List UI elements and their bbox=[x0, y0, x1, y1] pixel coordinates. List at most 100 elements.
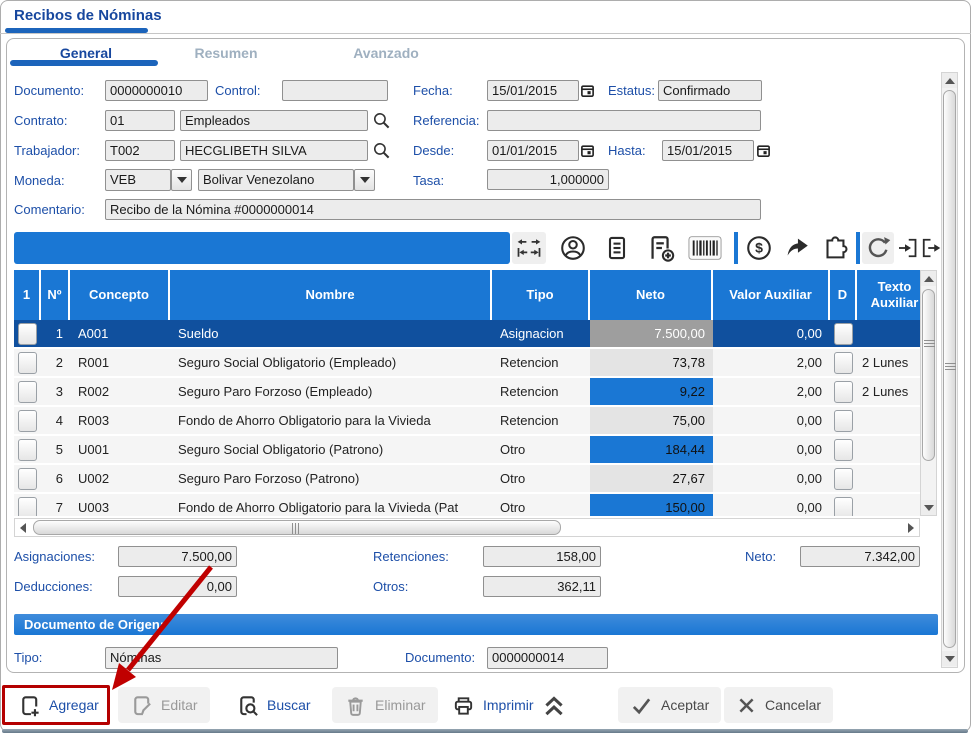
d-checkbox[interactable] bbox=[834, 410, 853, 432]
aceptar-button[interactable]: Aceptar bbox=[618, 687, 721, 723]
cell-concepto: R002 bbox=[70, 378, 170, 405]
fecha-calendar-icon[interactable] bbox=[580, 83, 595, 98]
refresh-icon[interactable] bbox=[862, 232, 894, 264]
neto-field: 7.342,00 bbox=[800, 546, 920, 567]
table-row[interactable]: 1 A001 Sueldo Asignacion 7.500,00 0,00 bbox=[14, 320, 920, 347]
contrato-label: Contrato: bbox=[14, 113, 67, 128]
d-checkbox[interactable] bbox=[834, 497, 853, 517]
scroll-left-button[interactable] bbox=[15, 519, 31, 536]
comentario-field[interactable]: Recibo de la Nómina #0000000014 bbox=[105, 199, 761, 220]
column-header-select[interactable]: 1 bbox=[14, 270, 41, 320]
tab-resumen[interactable]: Resumen bbox=[166, 45, 286, 61]
scroll-up-button[interactable] bbox=[942, 73, 957, 88]
resize-columns-icon[interactable] bbox=[512, 232, 546, 264]
plugin-puzzle-icon[interactable] bbox=[818, 232, 852, 264]
referencia-field[interactable] bbox=[487, 110, 761, 131]
column-header-nombre[interactable]: Nombre bbox=[170, 270, 492, 320]
d-checkbox[interactable] bbox=[834, 439, 853, 461]
tab-general[interactable]: General bbox=[36, 45, 136, 61]
tab-general-underline bbox=[10, 60, 158, 66]
user-icon[interactable] bbox=[556, 232, 590, 264]
moneda-name-dropdown-button[interactable] bbox=[354, 169, 375, 191]
collapse-chevron-double-up-icon[interactable] bbox=[540, 693, 568, 719]
scroll-up-button[interactable] bbox=[921, 271, 936, 286]
row-checkbox[interactable] bbox=[18, 323, 37, 345]
import-icon[interactable] bbox=[896, 232, 920, 264]
table-row[interactable]: 7 U003 Fondo de Ahorro Obligatorio para … bbox=[14, 494, 920, 516]
row-checkbox[interactable] bbox=[18, 468, 37, 490]
cell-num: 3 bbox=[41, 378, 70, 405]
row-checkbox[interactable] bbox=[18, 439, 37, 461]
table-row[interactable]: 4 R003 Fondo de Ahorro Obligatorio para … bbox=[14, 407, 920, 434]
barcode-icon[interactable] bbox=[688, 232, 722, 264]
trabajador-search-icon[interactable] bbox=[372, 141, 391, 160]
cell-valor-auxiliar: 0,00 bbox=[713, 465, 830, 492]
d-checkbox[interactable] bbox=[834, 468, 853, 490]
column-header-d[interactable]: D bbox=[830, 270, 857, 320]
currency-dollar-icon[interactable]: $ bbox=[742, 232, 776, 264]
trabajador-code-field[interactable]: T002 bbox=[105, 140, 175, 161]
desde-label: Desde: bbox=[413, 143, 454, 158]
column-header-num[interactable]: Nº bbox=[41, 270, 70, 320]
tab-avanzado[interactable]: Avanzado bbox=[326, 45, 446, 61]
column-header-neto[interactable]: Neto bbox=[590, 270, 713, 320]
cell-texto-auxiliar bbox=[857, 436, 920, 463]
document-edit-icon bbox=[130, 694, 153, 717]
table-row[interactable]: 5 U001 Seguro Social Obligatorio (Patron… bbox=[14, 436, 920, 463]
hasta-field[interactable]: 15/01/2015 bbox=[662, 140, 754, 161]
estatus-label: Estatus: bbox=[608, 83, 655, 98]
table-row[interactable]: 3 R002 Seguro Paro Forzoso (Empleado) Re… bbox=[14, 378, 920, 405]
scroll-down-button[interactable] bbox=[921, 500, 936, 515]
trabajador-name-field[interactable]: HECGLIBETH SILVA bbox=[180, 140, 368, 161]
d-checkbox[interactable] bbox=[834, 352, 853, 374]
cell-texto-auxiliar bbox=[857, 407, 920, 434]
document-search-icon bbox=[236, 694, 259, 717]
document-add-icon[interactable] bbox=[644, 232, 678, 264]
document-icon[interactable] bbox=[600, 232, 634, 264]
forward-arrow-icon[interactable] bbox=[780, 232, 814, 264]
documento-field[interactable]: 0000000010 bbox=[105, 80, 208, 101]
column-header-tipo[interactable]: Tipo bbox=[492, 270, 590, 320]
eliminar-button[interactable]: Eliminar bbox=[332, 687, 438, 723]
row-checkbox[interactable] bbox=[18, 497, 37, 517]
agregar-button[interactable]: Agregar bbox=[6, 687, 111, 723]
table-row[interactable]: 6 U002 Seguro Paro Forzoso (Patrono) Otr… bbox=[14, 465, 920, 492]
imprimir-button[interactable]: Imprimir bbox=[440, 687, 546, 723]
cell-num: 7 bbox=[41, 494, 70, 516]
row-checkbox[interactable] bbox=[18, 410, 37, 432]
retenciones-field: 158,00 bbox=[483, 546, 601, 567]
contrato-search-icon[interactable] bbox=[372, 111, 391, 130]
contrato-code-field[interactable]: 01 bbox=[105, 110, 175, 131]
buscar-button[interactable]: Buscar bbox=[224, 687, 323, 723]
table-row[interactable]: 2 R001 Seguro Social Obligatorio (Emplea… bbox=[14, 349, 920, 376]
scroll-right-button[interactable] bbox=[903, 519, 919, 536]
editar-button[interactable]: Editar bbox=[118, 687, 210, 723]
cell-concepto: U002 bbox=[70, 465, 170, 492]
table-scrollbar-thumb[interactable] bbox=[922, 289, 935, 461]
desde-calendar-icon[interactable] bbox=[580, 143, 595, 158]
desde-field[interactable]: 01/01/2015 bbox=[487, 140, 579, 161]
d-checkbox[interactable] bbox=[834, 323, 853, 345]
fecha-field[interactable]: 15/01/2015 bbox=[487, 80, 579, 101]
column-header-texto-auxiliar[interactable]: Texto Auxiliar bbox=[857, 270, 920, 320]
buscar-label: Buscar bbox=[267, 697, 311, 713]
cancelar-button[interactable]: Cancelar bbox=[724, 687, 833, 723]
form-scrollbar-thumb[interactable] bbox=[943, 90, 956, 648]
hasta-calendar-icon[interactable] bbox=[756, 143, 771, 158]
tasa-field[interactable]: 1,000000 bbox=[487, 169, 609, 190]
scroll-down-button[interactable] bbox=[942, 651, 957, 666]
d-checkbox[interactable] bbox=[834, 381, 853, 403]
page-title: Recibos de Nóminas bbox=[14, 7, 162, 24]
row-checkbox[interactable] bbox=[18, 381, 37, 403]
moneda-code-select[interactable]: VEB bbox=[105, 169, 171, 191]
horizontal-scrollbar-thumb[interactable] bbox=[33, 520, 561, 535]
column-header-valor-auxiliar[interactable]: Valor Auxiliar bbox=[713, 270, 830, 320]
moneda-name-select[interactable]: Bolivar Venezolano bbox=[198, 169, 354, 191]
otros-label: Otros: bbox=[373, 579, 408, 594]
row-checkbox[interactable] bbox=[18, 352, 37, 374]
control-field[interactable] bbox=[282, 80, 388, 101]
contrato-name-field[interactable]: Empleados bbox=[180, 110, 368, 131]
column-header-concepto[interactable]: Concepto bbox=[70, 270, 170, 320]
cell-nombre: Seguro Social Obligatorio (Patrono) bbox=[170, 436, 492, 463]
moneda-code-dropdown-button[interactable] bbox=[171, 169, 192, 191]
